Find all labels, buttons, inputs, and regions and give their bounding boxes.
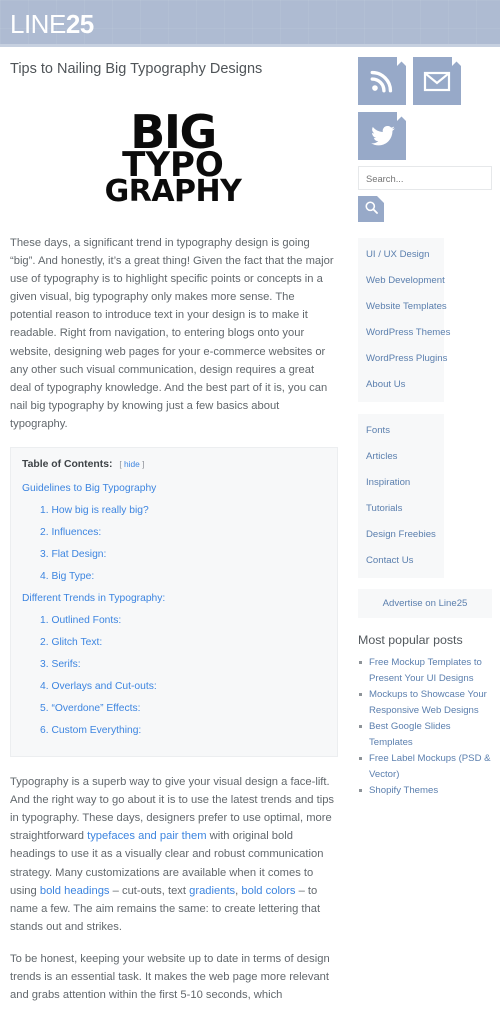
popular-posts-list: Free Mockup Templates to Present Your UI… xyxy=(358,655,492,799)
page-title: Tips to Nailing Big Typography Designs xyxy=(10,61,263,77)
advertise-button[interactable]: Advertise on Line25 xyxy=(358,589,492,618)
toc-item-link[interactable]: 2. Influences: xyxy=(40,525,326,541)
toc-section-link[interactable]: Different Trends in Typography: xyxy=(22,591,326,607)
sidebar-item-tutorials[interactable]: Tutorials xyxy=(358,496,444,522)
search-input[interactable] xyxy=(358,166,492,190)
social-links xyxy=(358,57,492,160)
toc-hide-bracket-close: ] xyxy=(142,459,145,470)
twitter-link[interactable] xyxy=(358,112,406,160)
toc-item-link[interactable]: 6. Custom Everything: xyxy=(40,723,326,739)
sidebar-item-wordpress-plugins[interactable]: WordPress Plugins xyxy=(358,346,447,372)
list-item: Free Mockup Templates to Present Your UI… xyxy=(358,655,492,686)
big-typography-artwork: BIG TYPO GRAPHY xyxy=(104,110,242,209)
list-item: Mockups to Showcase Your Responsive Web … xyxy=(358,687,492,718)
page-body: Tips to Nailing Big Typography Designs B… xyxy=(0,47,500,1001)
inline-link-bold-headings[interactable]: bold headings xyxy=(40,885,110,897)
popular-post-link[interactable]: Mockups to Showcase Your Responsive Web … xyxy=(369,689,487,716)
sidebar: UI / UX Design Web Development Website T… xyxy=(350,47,500,800)
popular-posts-title: Most popular posts xyxy=(358,633,463,647)
article-paragraph-2: Typography is a superb way to give your … xyxy=(10,773,338,936)
toc-section-link[interactable]: Guidelines to Big Typography xyxy=(22,481,326,497)
toc-item-link[interactable]: 4. Overlays and Cut-outs: xyxy=(40,679,326,695)
toc-item-link[interactable]: 5. “Overdone” Effects: xyxy=(40,701,326,717)
sidebar-item-wordpress-themes[interactable]: WordPress Themes xyxy=(358,320,450,346)
inline-link-gradients[interactable]: gradients xyxy=(189,885,235,897)
rss-icon xyxy=(369,68,395,94)
sidebar-item-inspiration[interactable]: Inspiration xyxy=(358,470,444,496)
popular-post-link[interactable]: Shopify Themes xyxy=(369,785,438,796)
table-of-contents: Table of Contents: [ hide ] Guidelines t… xyxy=(10,447,338,758)
list-item: Shopify Themes xyxy=(358,783,492,799)
sidebar-item-ui-ux-design[interactable]: UI / UX Design xyxy=(358,242,444,268)
artwork-line-3: GRAPHY xyxy=(104,174,242,209)
article-paragraph-1: These days, a significant trend in typog… xyxy=(10,237,334,430)
rss-link[interactable] xyxy=(358,57,406,105)
feature-image: BIG TYPO GRAPHY xyxy=(10,93,336,226)
list-item: Best Google Slides Templates xyxy=(358,719,492,750)
list-item: Free Label Mockups (PSD & Vector) xyxy=(358,751,492,782)
site-logo[interactable]: LINE25 xyxy=(10,9,94,39)
toc-heading: Table of Contents: [ hide ] xyxy=(22,457,326,472)
envelope-icon xyxy=(423,70,451,92)
sidebar-menu-secondary: Fonts Articles Inspiration Tutorials Des… xyxy=(358,414,444,578)
site-header: LINE25 xyxy=(0,0,500,47)
toc-hide-toggle[interactable]: [ hide ] xyxy=(119,459,144,469)
toc-hide-label: hide xyxy=(123,459,140,470)
sidebar-item-fonts[interactable]: Fonts xyxy=(358,418,444,444)
logo-text-light: LINE xyxy=(10,9,66,39)
sidebar-item-design-freebies[interactable]: Design Freebies xyxy=(358,522,444,548)
toc-item-link[interactable]: 1. How big is really big? xyxy=(40,503,326,519)
article-paragraph-3: To be honest, keeping your website up to… xyxy=(10,952,330,1002)
toc-item-link[interactable]: 4. Big Type: xyxy=(40,569,326,585)
sidebar-item-contact-us[interactable]: Contact Us xyxy=(358,548,444,574)
inline-link-bold-colors[interactable]: bold colors xyxy=(241,885,295,897)
sidebar-menu-primary: UI / UX Design Web Development Website T… xyxy=(358,238,450,402)
search-button[interactable] xyxy=(358,196,384,222)
sidebar-item-web-development[interactable]: Web Development xyxy=(358,268,445,294)
sidebar-item-about-us[interactable]: About Us xyxy=(358,372,444,398)
sidebar-item-website-templates[interactable]: Website Templates xyxy=(358,294,447,320)
search-icon xyxy=(364,200,379,218)
toc-item-link[interactable]: 3. Flat Design: xyxy=(40,547,326,563)
inline-link-typefaces[interactable]: typefaces and pair them xyxy=(87,830,206,842)
toc-heading-label: Table of Contents: xyxy=(22,459,113,471)
main-content: Tips to Nailing Big Typography Designs B… xyxy=(0,47,350,1018)
toc-item-link[interactable]: 1. Outlined Fonts: xyxy=(40,613,326,629)
sidebar-item-articles[interactable]: Articles xyxy=(358,444,444,470)
para2-text-3: – cut-outs, text xyxy=(109,884,190,897)
popular-post-link[interactable]: Free Label Mockups (PSD & Vector) xyxy=(369,753,491,780)
popular-post-link[interactable]: Best Google Slides Templates xyxy=(369,721,451,748)
popular-post-link[interactable]: Free Mockup Templates to Present Your UI… xyxy=(369,657,482,684)
social-column-right xyxy=(413,57,461,160)
logo-text-bold: 25 xyxy=(65,9,94,39)
toc-item-link[interactable]: 3. Serifs: xyxy=(40,657,326,673)
toc-item-link[interactable]: 2. Glitch Text: xyxy=(40,635,326,651)
social-column-left xyxy=(358,57,406,160)
toc-hide-bracket-open: [ xyxy=(119,459,122,470)
twitter-icon xyxy=(369,123,396,150)
email-link[interactable] xyxy=(413,57,461,105)
